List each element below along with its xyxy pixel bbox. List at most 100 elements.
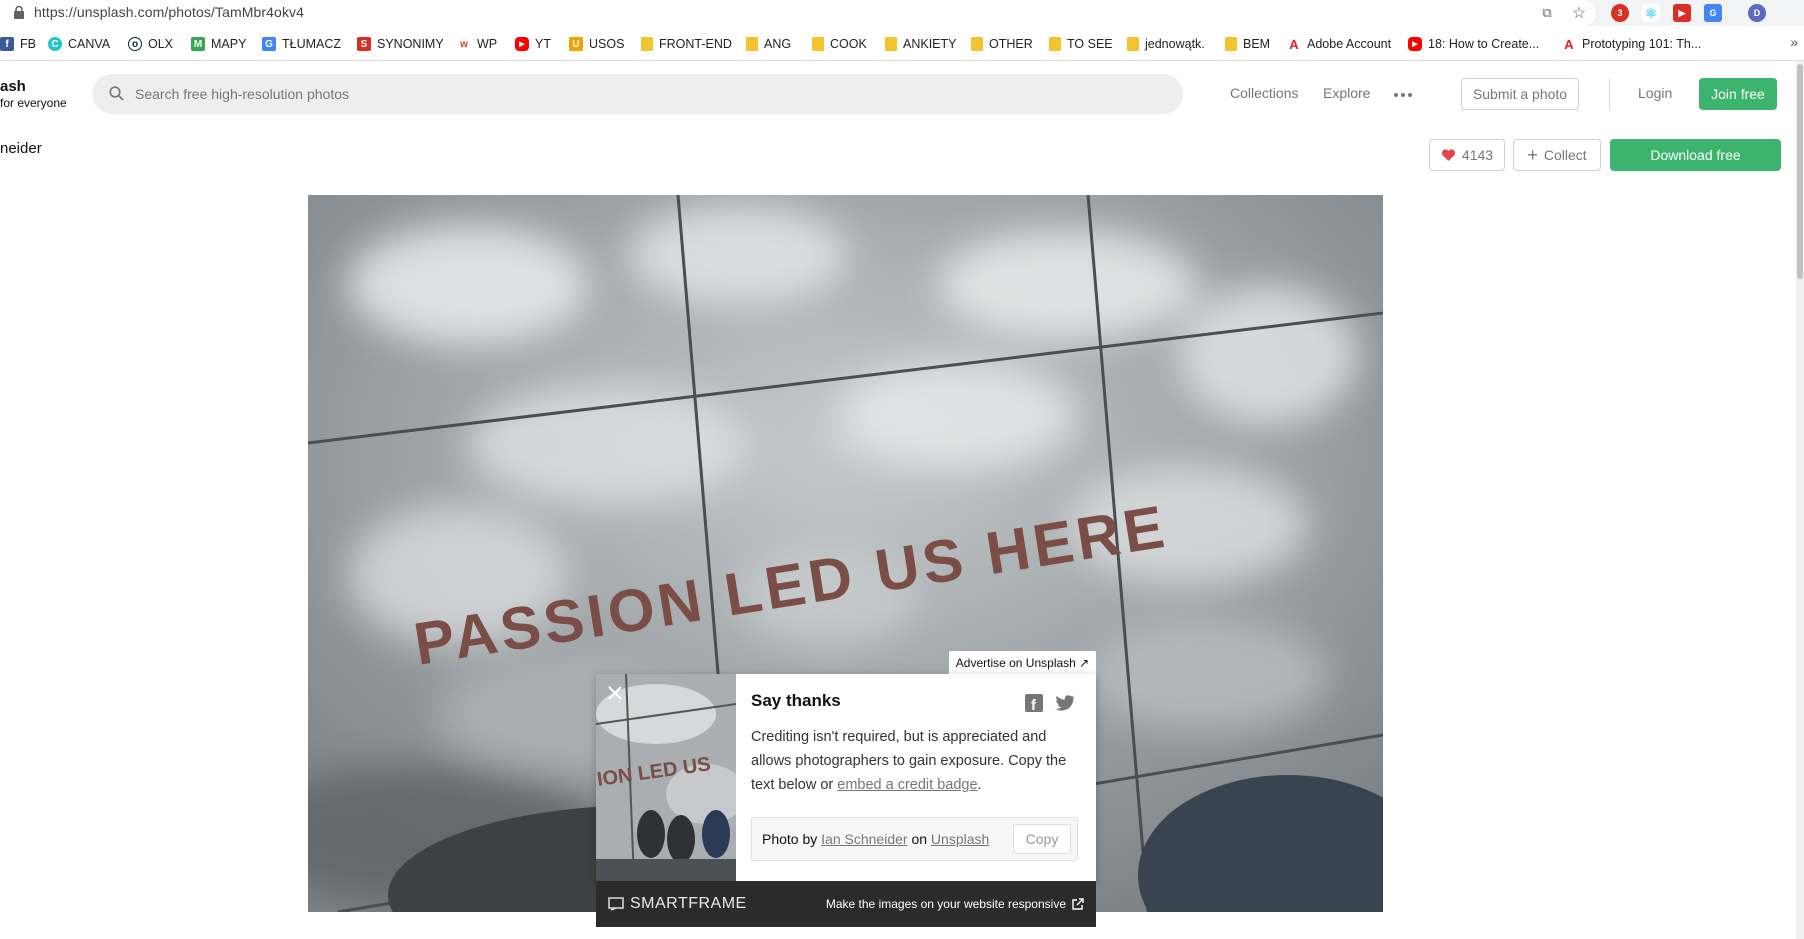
facebook-share-icon[interactable]: f: [1025, 694, 1043, 714]
bookmark-label: Adobe Account: [1307, 37, 1392, 51]
bookmarks-overflow-icon[interactable]: »: [1790, 34, 1798, 50]
bookmark-label: COOK: [830, 37, 867, 51]
bookmark-label: jednowątk.: [1145, 37, 1205, 51]
join-free-button[interactable]: Join free: [1699, 78, 1777, 110]
more-options-icon[interactable]: [1394, 93, 1412, 97]
credit-text-box[interactable]: Photo by Ian Schneider on Unsplash Copy: [751, 817, 1078, 861]
bookmark-canva[interactable]: C CANVA: [48, 35, 110, 53]
credit-site-link[interactable]: Unsplash: [931, 831, 989, 847]
youtube-icon: ▶: [515, 37, 529, 51]
bookmark-star-icon[interactable]: ☆: [1570, 4, 1588, 22]
bookmark-jednowatk[interactable]: jednowątk.: [1127, 35, 1205, 53]
smartframe-tagline-text: Make the images on your website responsi…: [825, 897, 1066, 911]
bookmark-synonimy[interactable]: S SYNONIMY: [357, 35, 444, 53]
bookmark-usos[interactable]: U USOS: [569, 35, 624, 53]
popup-thumbnail: ION LED US: [596, 674, 736, 881]
popup-body-suffix: .: [977, 777, 982, 793]
svg-text:f: f: [1031, 697, 1037, 712]
bookmark-cook[interactable]: COOK: [812, 35, 867, 53]
bookmark-bem[interactable]: BEM: [1225, 35, 1270, 53]
advertise-link[interactable]: Advertise on Unsplash ↗: [949, 651, 1096, 674]
bookmark-to-see[interactable]: TO SEE: [1049, 35, 1113, 53]
url-text: https://unsplash.com/photos/TamMbr4okv4: [34, 4, 305, 20]
bookmark-label: ANG: [764, 37, 792, 51]
smartframe-bar[interactable]: SMARTFRAME Make the images on your websi…: [596, 881, 1096, 927]
nav-explore[interactable]: Explore: [1323, 85, 1370, 101]
bookmark-label: ANKIETY: [903, 37, 957, 51]
scrollbar-thumb[interactable]: [1797, 64, 1803, 279]
popup-thumbnail-image: ION LED US: [596, 674, 736, 881]
submit-photo-label: Submit a photo: [1472, 86, 1568, 102]
say-thanks-popup: ION LED US Say thanks f Crediting isn't …: [596, 674, 1096, 881]
bookmark-label: CANVA: [68, 37, 111, 51]
nav-collections[interactable]: Collections: [1230, 85, 1298, 101]
bookmark-wp[interactable]: w WP: [457, 35, 497, 53]
address-bar[interactable]: https://unsplash.com/photos/TamMbr4okv4 …: [0, 0, 1596, 26]
youtube-icon: ▶: [1408, 37, 1422, 51]
search-input[interactable]: [135, 74, 1135, 114]
search-bar[interactable]: [92, 74, 1183, 114]
bookmark-label: TŁUMACZ: [282, 37, 342, 51]
bookmark-ang[interactable]: ANG: [746, 35, 791, 53]
credit-author-link[interactable]: Ian Schneider: [821, 831, 907, 847]
bookmark-label: WP: [477, 37, 498, 51]
bookmark-label: FRONT-END: [659, 37, 732, 51]
bookmark-front-end[interactable]: FRONT-END: [641, 35, 732, 53]
folder-icon: [1127, 37, 1139, 51]
wp-icon: w: [457, 37, 471, 51]
bookmark-prototyping[interactable]: A Prototyping 101: Th...: [1562, 35, 1701, 53]
profile-avatar[interactable]: D: [1748, 4, 1766, 22]
frame-icon: [608, 897, 624, 911]
folder-icon: [812, 37, 824, 51]
bookmark-olx[interactable]: o OLX: [128, 35, 173, 53]
collect-label: Collect: [1543, 147, 1587, 163]
bookmark-fb[interactable]: f FB: [0, 35, 36, 53]
bookmark-how-to-create[interactable]: ▶ 18: How to Create...: [1408, 35, 1539, 53]
adobe-icon: A: [1562, 37, 1576, 52]
login-link[interactable]: Login: [1638, 85, 1672, 101]
extension-badge-count: 3: [1617, 8, 1623, 18]
bookmark-label: 18: How to Create...: [1428, 37, 1540, 51]
bookmarks-bar: f FB C CANVA o OLX M MAPY G TŁUMACZ S SYNONIMY…: [0, 26, 1804, 61]
folder-icon: [1049, 37, 1061, 51]
translate-extension-icon[interactable]: G: [1704, 4, 1722, 22]
collect-button[interactable]: + Collect: [1513, 139, 1601, 171]
twitter-share-icon[interactable]: [1055, 694, 1075, 712]
copy-button[interactable]: Copy: [1013, 824, 1071, 854]
bookmark-other[interactable]: OTHER: [971, 35, 1033, 53]
translate-page-icon[interactable]: ⧉: [1538, 4, 1556, 22]
credit-mid: on: [907, 831, 931, 847]
bookmark-label: YT: [535, 37, 551, 51]
brand-name[interactable]: ash: [0, 78, 26, 95]
credit-prefix: Photo by: [762, 831, 822, 847]
popup-body: Crediting isn't required, but is appreci…: [751, 725, 1086, 797]
close-icon[interactable]: [606, 684, 624, 702]
join-free-label: Join free: [1711, 86, 1765, 102]
folder-icon: [641, 37, 653, 51]
bookmark-adobe-account[interactable]: A Adobe Account: [1287, 35, 1391, 53]
submit-photo-button[interactable]: Submit a photo: [1461, 78, 1579, 110]
bookmark-label: FB: [20, 37, 36, 51]
author-name[interactable]: neider: [0, 140, 42, 157]
heart-icon: [1441, 149, 1456, 161]
like-button[interactable]: 4143: [1429, 139, 1505, 171]
bookmark-mapy[interactable]: M MAPY: [191, 35, 246, 53]
bookmark-ankiety[interactable]: ANKIETY: [885, 35, 957, 53]
smartframe-tagline[interactable]: Make the images on your website responsi…: [826, 897, 1084, 911]
synonimy-icon: S: [357, 37, 371, 51]
smartframe-logo: SMARTFRAME: [608, 895, 747, 913]
react-devtools-icon[interactable]: ⚛: [1642, 4, 1660, 22]
translate-icon: G: [262, 37, 276, 51]
download-free-button[interactable]: Download free: [1610, 139, 1781, 171]
video-extension-icon[interactable]: ▶: [1673, 4, 1691, 22]
lock-icon: [14, 6, 24, 19]
folder-icon: [885, 37, 897, 51]
credit-text: Photo by Ian Schneider on Unsplash: [762, 831, 989, 847]
popup-title: Say thanks: [751, 691, 841, 710]
bookmark-yt[interactable]: ▶ YT: [515, 35, 551, 53]
bookmark-label: OLX: [148, 37, 174, 51]
bookmark-tlumacz[interactable]: G TŁUMACZ: [262, 35, 341, 53]
embed-credit-badge-link[interactable]: embed a credit badge: [837, 777, 977, 793]
extension-badge-icon[interactable]: 3: [1611, 4, 1629, 22]
download-free-label: Download free: [1650, 147, 1741, 163]
